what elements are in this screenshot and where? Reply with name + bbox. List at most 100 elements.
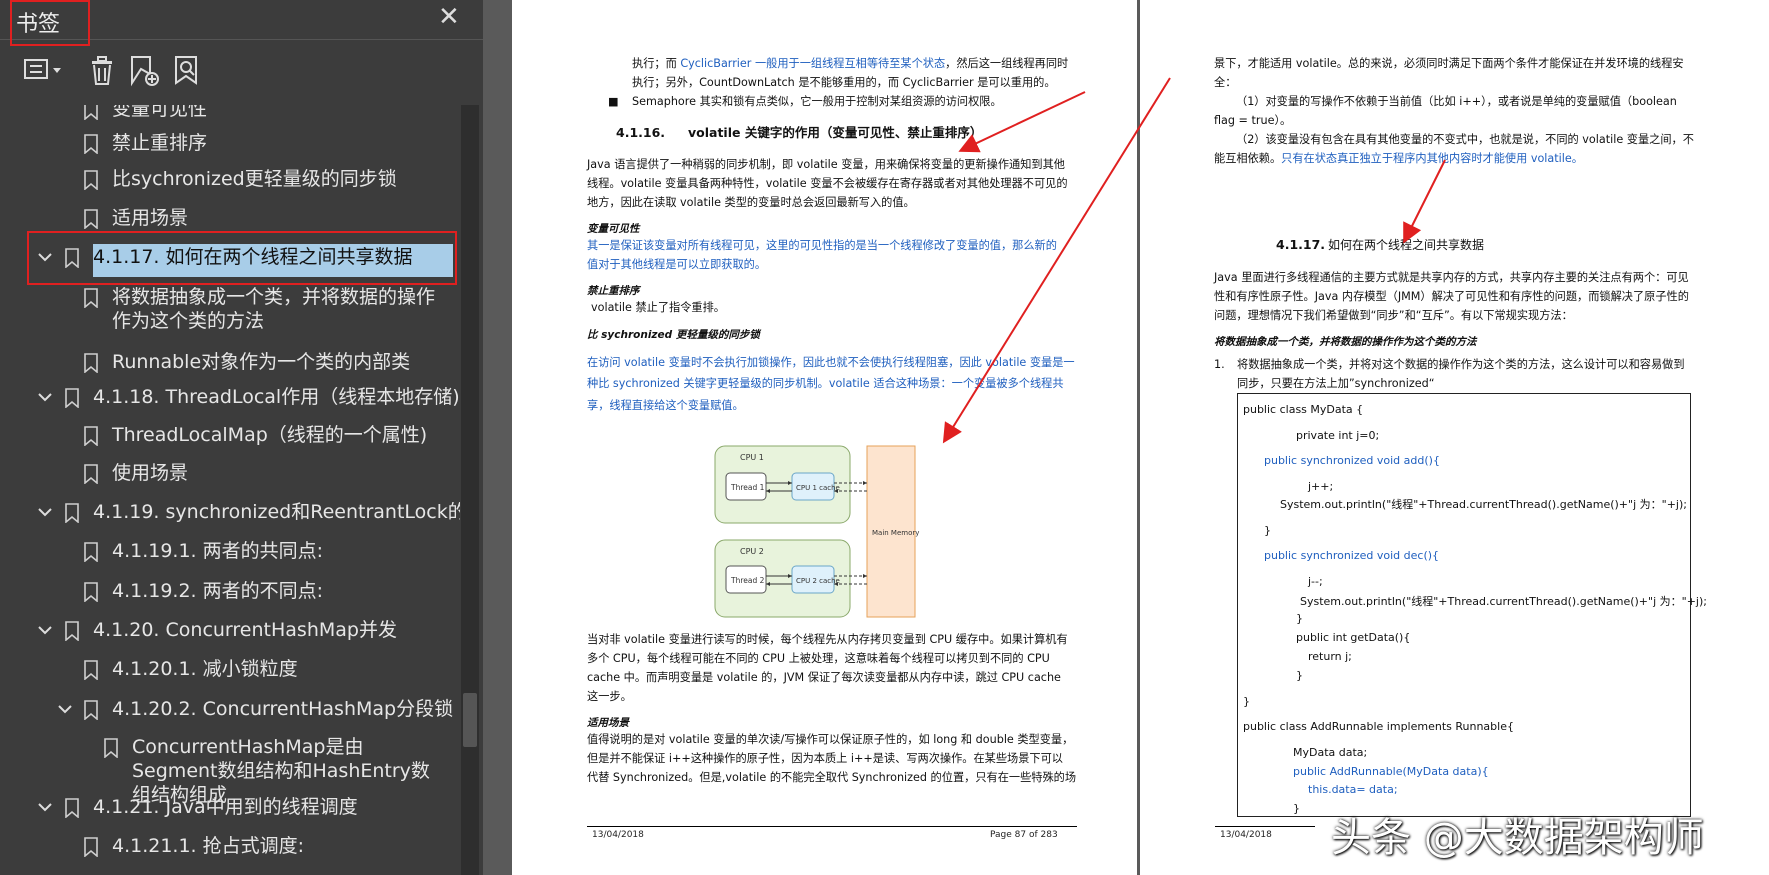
p1-para5-line: 多个 CPU，每个线程可能在不同的 CPU 上被处理，这意味着每个线程可以拷贝到… <box>587 652 1050 665</box>
p2-para4-line: 问题，理想情况下我们希望做到“同步”和“互斥”。有以下常规实现方法： <box>1214 309 1573 322</box>
p1-heading-number: 4.1.16. <box>616 125 666 140</box>
code-line: MyData data; <box>1293 746 1368 759</box>
scrollbar-thumb[interactable] <box>463 693 477 747</box>
code-line: System.out.println("线程"+Thread.currentTh… <box>1300 595 1707 608</box>
p2-list-item-cont: 同步，只要在方法上加”synchronized“ <box>1237 377 1435 390</box>
p1-bullet-text: Semaphore 其实和锁有点类似，它一般用于控制对某组资源的访问权限。 <box>632 95 1002 108</box>
p2-footer-rule <box>1215 826 1315 827</box>
bookmark-label: 将数据抽象成一个类，并将数据的操作作为这个类的方法 <box>112 286 436 332</box>
cpu1-label: CPU 1 <box>740 453 764 462</box>
p1-para6-line: 但是并不能保证 i++这种操作的原子性，因为本质上 i++是读、写两次操作。在某… <box>587 752 1063 765</box>
bookmark-label: 4.1.19. synchronized和ReentrantLock的区别 <box>93 501 460 523</box>
bookmark-label: 4.1.20.2. ConcurrentHashMap分段锁 <box>112 698 454 720</box>
chevron-down-icon[interactable] <box>36 798 56 818</box>
p2-cond2-cont: 能互相依赖。只有在状态真正独立于程序内其他内容时才能使用 volatile。 <box>1214 152 1583 165</box>
close-icon[interactable]: ✕ <box>438 2 460 32</box>
code-line: j++; <box>1308 480 1334 493</box>
p1-footer-page: Page 87 of 283 <box>990 830 1058 840</box>
bookmark-label: 4.1.18. ThreadLocal作用（线程本地存储) <box>93 386 460 408</box>
bookmarks-panel: 书签 ✕ 变量可见性 禁止重排序 比sychronized更轻量级的同步锁 适用场景 4… <box>0 0 483 875</box>
chevron-down-icon[interactable] <box>56 700 76 720</box>
p1-para5-line: 当对非 volatile 变量进行读写的时候，每个线程先从内存拷贝变量到 CPU… <box>587 633 1068 646</box>
bookmark-label: 使用场景 <box>112 462 189 484</box>
p2-heading-number: 4.1.17. <box>1276 237 1326 252</box>
bookmark-flag-icon <box>65 798 79 819</box>
thread1-label: Thread 1 <box>730 483 765 492</box>
p1-para1-line: 线程。volatile 变量具备两种特性，volatile 变量不会被缓存在寄存… <box>587 177 1068 190</box>
bookmark-label: ThreadLocalMap（线程的一个属性) <box>112 424 428 446</box>
p2-heading-text: 如何在两个线程之间共享数据 <box>1328 238 1485 252</box>
code-line: public class AddRunnable implements Runn… <box>1243 720 1514 733</box>
p2-list-item: 将数据抽象成一个类，并将对这个数据的操作作为这个类的方法，这么设计可以和容易做到 <box>1237 358 1685 371</box>
bookmark-label: 4.1.21.1. 抢占式调度: <box>112 835 305 857</box>
bookmarks-toolbar <box>0 50 483 94</box>
p1-subheading: 适用场景 <box>587 717 629 729</box>
add-bookmark-icon[interactable] <box>126 52 162 88</box>
find-bookmark-icon[interactable] <box>170 52 206 88</box>
bookmark-flag-icon <box>65 388 79 409</box>
bookmark-flag-icon <box>84 288 98 309</box>
bookmark-flag-icon <box>84 170 98 191</box>
bookmarks-header: 书签 ✕ <box>0 0 483 46</box>
pdf-reader-window: 书签 ✕ 变量可见性 禁止重排序 比sychronized更轻量级的同步锁 适用场景 4… <box>0 0 1769 875</box>
code-line: public synchronized void add(){ <box>1264 454 1440 467</box>
code-line: } <box>1296 612 1303 625</box>
bookmark-label: 4.1.17. 如何在两个线程之间共享数据 <box>93 246 413 268</box>
memory-label: Main Memory <box>872 529 919 537</box>
p1-footer-date: 13/04/2018 <box>592 830 644 840</box>
bookmarks-tree: 变量可见性 禁止重排序 比sychronized更轻量级的同步锁 适用场景 4.1.17… <box>0 105 460 875</box>
chevron-down-icon[interactable] <box>36 248 56 268</box>
bookmark-flag-icon <box>84 837 98 858</box>
code-line: public class MyData { <box>1243 403 1364 416</box>
p1-para1-line: 地方，因此在读取 volatile 类型的变量时总会返回最新写入的值。 <box>587 196 915 209</box>
code-line: } <box>1293 802 1300 815</box>
cache1-label: CPU 1 cache <box>796 484 840 492</box>
bookmark-flag-icon <box>65 621 79 642</box>
code-line: j--; <box>1308 575 1323 588</box>
bookmarks-scrollbar[interactable] <box>461 105 479 875</box>
bookmark-label: 4.1.20.1. 减小锁粒度 <box>112 658 298 680</box>
bookmark-flag-icon <box>84 582 98 603</box>
bookmark-label: 比sychronized更轻量级的同步锁 <box>112 168 397 190</box>
p1-para4-line: 种比 sychronized 关键字更轻量级的同步机制。volatile 适合这… <box>587 377 1064 390</box>
p1-subheading: 比 sychronized 更轻量级的同步锁 <box>587 329 760 341</box>
p2-para1-line: 景下，才能适用 volatile。总的来说，必须同时满足下面两个条件才能保证在并… <box>1214 57 1684 70</box>
bookmark-label: 4.1.20. ConcurrentHashMap并发 <box>93 619 397 641</box>
p2-footer-date: 13/04/2018 <box>1220 830 1272 840</box>
p2-cond2: （2）该变量没有包含在具有其他变量的不变式中，也就是说，不同的 volatile… <box>1236 133 1694 146</box>
chevron-down-icon[interactable] <box>36 388 56 408</box>
title-annotation-box <box>10 0 90 46</box>
chevron-down-icon[interactable] <box>36 621 56 641</box>
p1-para4-line: 享，线程直接给这个变量赋值。 <box>587 399 744 412</box>
code-block: public class MyData { private int j=0; p… <box>1237 393 1707 817</box>
code-line: } <box>1264 524 1271 537</box>
p1-intro-line2: 执行；另外，CountDownLatch 是不能够重用的，而 CyclicBar… <box>632 76 1056 89</box>
cache2-label: CPU 2 cache <box>796 577 840 585</box>
p1-para3: volatile 禁止了指令重排。 <box>591 301 725 314</box>
bookmark-label: 4.1.19.2. 两者的不同点: <box>112 580 324 602</box>
bookmark-flag-icon <box>84 353 98 374</box>
p1-subheading: 变量可见性 <box>587 223 640 235</box>
chevron-down-icon[interactable] <box>36 503 56 523</box>
p1-para2-line: 其一是保证该变量对所有线程可见，这里的可见性指的是当一个线程修改了变量的值，那么… <box>587 239 1057 252</box>
bookmark-flag-icon <box>84 105 98 121</box>
bookmark-flag-icon <box>84 464 98 485</box>
options-menu-icon[interactable] <box>22 52 66 88</box>
p1-para5-line: cache 中。而声明变量是 volatile 的，JVM 保证了每次读变量都从… <box>587 671 1061 684</box>
p2-para4-line: 性和有序性原子性。Java 内存模型（JMM）解决了可见性和有序性的问题，而锁解… <box>1214 290 1689 303</box>
p2-para4-line: Java 里面进行多线程通信的主要方式就是共享内存的方式，共享内存主要的关注点有… <box>1214 271 1689 284</box>
delete-bookmark-icon[interactable] <box>84 52 120 88</box>
p1-heading-text: volatile 关键字的作用（变量可见性、禁止重排序） <box>688 125 983 140</box>
bookmark-flag-icon <box>84 660 98 681</box>
cpu-memory-diagram: CPU 1 CPU 2 Thread 1 Thread 2 CPU 1 cach… <box>714 445 919 618</box>
bookmark-label: 4.1.21. Java中用到的线程调度 <box>93 796 358 818</box>
cpu2-label: CPU 2 <box>740 547 764 556</box>
bookmark-label: 变量可见性 <box>112 105 208 120</box>
watermark-text: 头条 @大数据架构师 <box>1331 815 1704 861</box>
thread2-label: Thread 2 <box>730 576 765 585</box>
code-line: System.out.println("线程"+Thread.currentTh… <box>1280 498 1687 511</box>
p1-para2-line: 值对于其他线程是可以立即获取的。 <box>587 258 767 271</box>
bookmark-flag-icon <box>84 542 98 563</box>
code-line: return j; <box>1308 650 1352 663</box>
p1-para5-line: 这一步。 <box>587 690 632 703</box>
